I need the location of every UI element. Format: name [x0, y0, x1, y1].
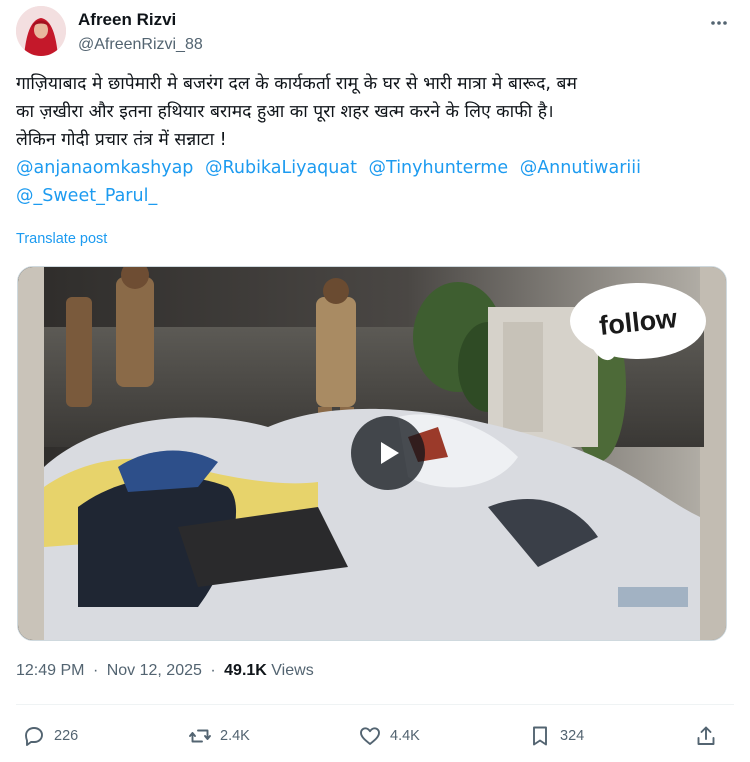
mention-link[interactable]: @RubikaLiyaquat [205, 158, 357, 178]
mentions-line: @_Sweet_Parul_ [16, 182, 731, 210]
post-text-line: गाज़ियाबाद मे छापेमारी मे बजरंग दल के का… [16, 74, 577, 94]
meta-separator: · [92, 662, 99, 679]
views-count: 49.1K [224, 662, 267, 679]
translate-post-link[interactable]: Translate post [16, 231, 107, 247]
meta-separator: · [210, 662, 216, 679]
avatar[interactable] [16, 6, 66, 56]
post-text: गाज़ियाबाद मे छापेमारी मे बजरंग दल के का… [16, 70, 731, 210]
bookmark-button[interactable]: 324 [528, 718, 584, 754]
post-card: Afreen Rizvi @AfreenRizvi_88 गाज़ियाबाद … [0, 0, 750, 762]
repost-count: 2.4K [220, 728, 250, 744]
mention-link[interactable]: @_Sweet_Parul_ [16, 186, 157, 206]
post-date[interactable]: Nov 12, 2025 [107, 662, 202, 679]
action-bar: 226 2.4K 4.4K 324 [16, 718, 734, 754]
reply-icon [25, 727, 43, 746]
post-time[interactable]: 12:49 PM [16, 662, 84, 679]
mention-link[interactable]: @Tinyhunterme [369, 158, 509, 178]
post-text-line: का ज़खीरा और इतना हथियार बरामद हुआ का पू… [16, 102, 554, 122]
mentions-line: @anjanaomkashyap @RubikaLiyaquat @Tinyhu… [16, 154, 731, 182]
heart-icon [360, 727, 380, 745]
share-button[interactable] [694, 718, 718, 754]
author-handle[interactable]: @AfreenRizvi_88 [78, 34, 203, 56]
play-button[interactable] [351, 416, 425, 490]
post-meta: 12:49 PM · Nov 12, 2025 · 49.1K Views [16, 662, 314, 680]
reply-button[interactable]: 226 [22, 718, 78, 754]
mention-link[interactable]: @Annutiwariii [520, 158, 641, 178]
video-player[interactable]: follow [17, 266, 727, 641]
reply-count: 226 [54, 728, 79, 744]
more-options-button[interactable] [706, 10, 732, 36]
play-icon [381, 442, 399, 464]
bookmark-count: 324 [560, 728, 585, 744]
divider [16, 704, 734, 705]
share-icon [697, 726, 715, 745]
like-count: 4.4K [390, 728, 420, 744]
bookmark-icon [533, 726, 547, 746]
author-name[interactable]: Afreen Rizvi [78, 9, 203, 31]
more-dots-icon [711, 21, 727, 25]
post-text-line: लेकिन गोदी प्रचार तंत्र में सन्नाटा ! [16, 130, 227, 150]
repost-icon [189, 729, 211, 743]
views-label: Views [271, 662, 314, 679]
mention-link[interactable]: @anjanaomkashyap [16, 158, 193, 178]
follow-sticker: follow [563, 277, 713, 365]
like-button[interactable]: 4.4K [358, 718, 420, 754]
repost-button[interactable]: 2.4K [188, 718, 250, 754]
author-block: Afreen Rizvi @AfreenRizvi_88 [78, 9, 203, 56]
